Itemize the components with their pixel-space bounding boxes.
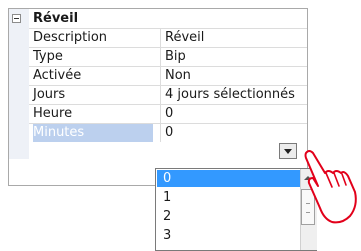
hand-cursor-icon [304, 150, 357, 224]
property-row-minutes[interactable]: Minutes 0 [29, 123, 307, 142]
property-row-activee[interactable]: Activée Non [29, 66, 307, 85]
property-name: Type [33, 49, 63, 64]
property-name: Description [33, 30, 108, 45]
property-name: Heure [33, 106, 73, 121]
dropdown-option[interactable]: 3 [157, 227, 305, 244]
property-grid: Réveil Description Réveil Type Bip Activ… [8, 8, 308, 186]
property-value[interactable]: 0 [160, 105, 311, 123]
property-name: Jours [33, 87, 66, 102]
property-row-description[interactable]: Description Réveil [29, 28, 307, 47]
dropdown-option[interactable]: 1 [157, 189, 305, 206]
property-row-heure[interactable]: Heure 0 [29, 104, 307, 123]
property-value[interactable]: 0 [160, 124, 311, 142]
minutes-dropdown-list[interactable]: 0 1 2 3 [155, 168, 317, 251]
property-value[interactable]: Non [160, 67, 311, 85]
dropdown-option[interactable]: 2 [157, 208, 305, 225]
property-name: Activée [33, 68, 82, 83]
category-label: Réveil [33, 11, 79, 26]
collapse-icon[interactable] [12, 14, 21, 23]
property-row-type[interactable]: Type Bip [29, 47, 307, 66]
property-name: Minutes [33, 124, 153, 142]
grid-margin [9, 9, 29, 159]
dropdown-arrow-icon[interactable] [279, 143, 297, 159]
property-value[interactable]: Bip [160, 48, 311, 66]
property-value[interactable]: 4 jours sélectionnés [160, 86, 311, 104]
dropdown-option[interactable]: 0 [157, 170, 305, 187]
property-value[interactable]: Réveil [160, 29, 311, 47]
property-row-jours[interactable]: Jours 4 jours sélectionnés [29, 85, 307, 104]
